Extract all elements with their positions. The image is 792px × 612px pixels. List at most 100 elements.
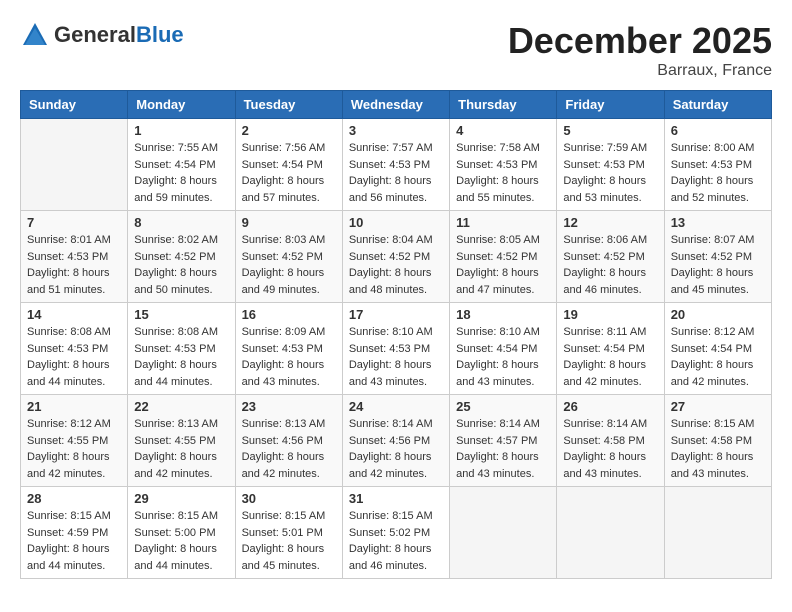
sunrise-text: Sunrise: 8:07 AM (671, 234, 755, 246)
sunset-text: Sunset: 4:56 PM (349, 435, 430, 447)
sunrise-text: Sunrise: 8:11 AM (563, 326, 646, 338)
sunrise-text: Sunrise: 8:14 AM (456, 418, 540, 430)
calendar-cell: 10Sunrise: 8:04 AMSunset: 4:52 PMDayligh… (342, 211, 449, 303)
sunset-text: Sunset: 4:53 PM (27, 343, 108, 355)
sunrise-text: Sunrise: 7:59 AM (563, 142, 647, 154)
calendar-week-row: 1Sunrise: 7:55 AMSunset: 4:54 PMDaylight… (21, 119, 772, 211)
calendar-cell: 27Sunrise: 8:15 AMSunset: 4:58 PMDayligh… (664, 395, 771, 487)
sunset-text: Sunset: 4:55 PM (27, 435, 108, 447)
sunrise-text: Sunrise: 8:13 AM (134, 418, 218, 430)
day-info: Sunrise: 8:12 AM Sunset: 4:54 PM Daylight:… (671, 324, 765, 390)
sunrise-text: Sunrise: 7:55 AM (134, 142, 218, 154)
day-number: 6 (671, 123, 765, 138)
sunrise-text: Sunrise: 8:12 AM (671, 326, 755, 338)
calendar-cell: 5Sunrise: 7:59 AMSunset: 4:53 PMDaylight… (557, 119, 664, 211)
day-info: Sunrise: 7:59 AMSunset: 4:53 PMDaylight:… (563, 140, 657, 206)
daylight-text: Daylight: 8 hours and 42 minutes. (134, 451, 217, 480)
sunset-text: Sunset: 4:54 PM (563, 343, 644, 355)
day-number: 25 (456, 399, 550, 414)
daylight-text: Daylight: 8 hours and 42 minutes. (671, 359, 754, 388)
sunrise-text: Sunrise: 8:14 AM (563, 418, 647, 430)
day-number: 28 (27, 491, 121, 506)
daylight-text: Daylight: 8 hours and 42 minutes. (349, 451, 432, 480)
calendar-cell (21, 119, 128, 211)
calendar-table: SundayMondayTuesdayWednesdayThursdayFrid… (20, 90, 772, 579)
daylight-text: Daylight: 8 hours and 46 minutes. (563, 267, 646, 296)
daylight-text: Daylight: 8 hours and 44 minutes. (134, 543, 217, 572)
sunset-text: Sunset: 4:54 PM (671, 343, 752, 355)
day-info: Sunrise: 8:13 AMSunset: 4:56 PMDaylight:… (242, 416, 336, 482)
daylight-text: Daylight: 8 hours and 42 minutes. (242, 451, 325, 480)
day-info: Sunrise: 8:04 AMSunset: 4:52 PMDaylight:… (349, 232, 443, 298)
day-number: 23 (242, 399, 336, 414)
calendar-cell: 3 Sunrise: 7:57 AMSunset: 4:53 PMDaylight… (342, 119, 449, 211)
day-info: Sunrise: 8:00 AMSunset: 4:53 PMDaylight:… (671, 140, 765, 206)
daylight-text: Daylight: 8 hours and 46 minutes. (349, 543, 432, 572)
calendar-cell: 8Sunrise: 8:02 AMSunset: 4:52 PMDaylight… (128, 211, 235, 303)
weekday-header-row: SundayMondayTuesdayWednesdayThursdayFrid… (21, 91, 772, 119)
day-info: Sunrise: 8:15 AMSunset: 5:02 PMDaylight:… (349, 508, 443, 574)
logo-blue-text: Blue (136, 22, 184, 47)
sunset-text: Sunset: 4:54 PM (242, 159, 323, 171)
day-number: 19 (563, 307, 657, 322)
sunset-text: Sunset: 4:53 PM (242, 343, 323, 355)
calendar-cell: 16Sunrise: 8:09 AMSunset: 4:53 PMDayligh… (235, 303, 342, 395)
daylight-text: Daylight: 8 hours and 57 minutes. (242, 175, 325, 204)
daylight-text: Daylight: 8 hours and 49 minutes. (242, 267, 325, 296)
calendar-cell: 21Sunrise: 8:12 AMSunset: 4:55 PMDayligh… (21, 395, 128, 487)
daylight-text: Daylight: 8 hours and 43 minutes. (242, 359, 325, 388)
day-number: 11 (456, 215, 550, 230)
calendar-week-row: 7Sunrise: 8:01 AMSunset: 4:53 PMDaylight… (21, 211, 772, 303)
sunrise-text: Sunrise: 7:57 AM (349, 142, 433, 154)
calendar-cell: 30Sunrise: 8:15 AMSunset: 5:01 PMDayligh… (235, 487, 342, 579)
day-info: Sunrise: 8:06 AMSunset: 4:52 PMDaylight:… (563, 232, 657, 298)
calendar-week-row: 28 Sunrise: 8:15 AMSunset: 4:59 PMDayligh… (21, 487, 772, 579)
day-info: Sunrise: 8:15 AMSunset: 4:58 PMDaylight:… (671, 416, 765, 482)
sunset-text: Sunset: 4:55 PM (134, 435, 215, 447)
daylight-text: Daylight: 8 hours and 52 minutes. (671, 175, 754, 204)
day-info: Sunrise: 8:07 AMSunset: 4:52 PMDaylight:… (671, 232, 765, 298)
day-number: 3 (349, 123, 443, 138)
month-title: December 2025 (508, 20, 772, 62)
calendar-cell: 24 Sunrise: 8:14 AMSunset: 4:56 PMDayligh… (342, 395, 449, 487)
sunset-text: Sunset: 4:52 PM (242, 251, 323, 263)
sunset-text: Sunset: 4:53 PM (27, 251, 108, 263)
day-info: Sunrise: 8:12 AMSunset: 4:55 PMDaylight:… (27, 416, 121, 482)
sunrise-text: Sunrise: 8:13 AM (242, 418, 326, 430)
day-number: 18 (456, 307, 550, 322)
weekday-header-sunday: Sunday (21, 91, 128, 119)
day-number: 9 (242, 215, 336, 230)
calendar-week-row: 14Sunrise: 8:08 AMSunset: 4:53 PMDayligh… (21, 303, 772, 395)
sunset-text: Sunset: 4:58 PM (671, 435, 752, 447)
sunset-text: Sunset: 4:52 PM (456, 251, 537, 263)
daylight-text: Daylight: 8 hours and 42 minutes. (27, 451, 110, 480)
weekday-header-saturday: Saturday (664, 91, 771, 119)
day-info: Sunrise: 8:03 AMSunset: 4:52 PMDaylight:… (242, 232, 336, 298)
sunset-text: Sunset: 4:58 PM (563, 435, 644, 447)
daylight-text: Daylight: 8 hours and 42 minutes. (563, 359, 646, 388)
day-info: Sunrise: 8:08 AMSunset: 4:53 PMDaylight:… (134, 324, 228, 390)
day-number: 24 (349, 399, 443, 414)
day-info: Sunrise: 7:57 AMSunset: 4:53 PMDaylight:… (349, 140, 443, 206)
sunset-text: Sunset: 4:52 PM (671, 251, 752, 263)
daylight-text: Daylight: 8 hours and 55 minutes. (456, 175, 539, 204)
weekday-header-wednesday: Wednesday (342, 91, 449, 119)
weekday-header-monday: Monday (128, 91, 235, 119)
sunrise-text: Sunrise: 8:15 AM (671, 418, 755, 430)
sunset-text: Sunset: 4:53 PM (671, 159, 752, 171)
day-info: Sunrise: 8:15 AMSunset: 4:59 PMDaylight:… (27, 508, 121, 574)
day-number: 13 (671, 215, 765, 230)
calendar-cell: 17Sunrise: 8:10 AMSunset: 4:53 PMDayligh… (342, 303, 449, 395)
sunset-text: Sunset: 4:54 PM (134, 159, 215, 171)
sunrise-text: Sunrise: 8:02 AM (134, 234, 218, 246)
day-info: Sunrise: 8:14 AMSunset: 4:56 PMDaylight:… (349, 416, 443, 482)
calendar-cell: 7Sunrise: 8:01 AMSunset: 4:53 PMDaylight… (21, 211, 128, 303)
day-number: 30 (242, 491, 336, 506)
sunrise-text: Sunrise: 8:08 AM (134, 326, 218, 338)
day-number: 31 (349, 491, 443, 506)
calendar-cell: 9 Sunrise: 8:03 AMSunset: 4:52 PMDaylight… (235, 211, 342, 303)
daylight-text: Daylight: 8 hours and 43 minutes. (456, 359, 539, 388)
location: Barraux, France (508, 62, 772, 80)
day-number: 4 (456, 123, 550, 138)
day-info: Sunrise: 7:56 AMSunset: 4:54 PMDaylight:… (242, 140, 336, 206)
